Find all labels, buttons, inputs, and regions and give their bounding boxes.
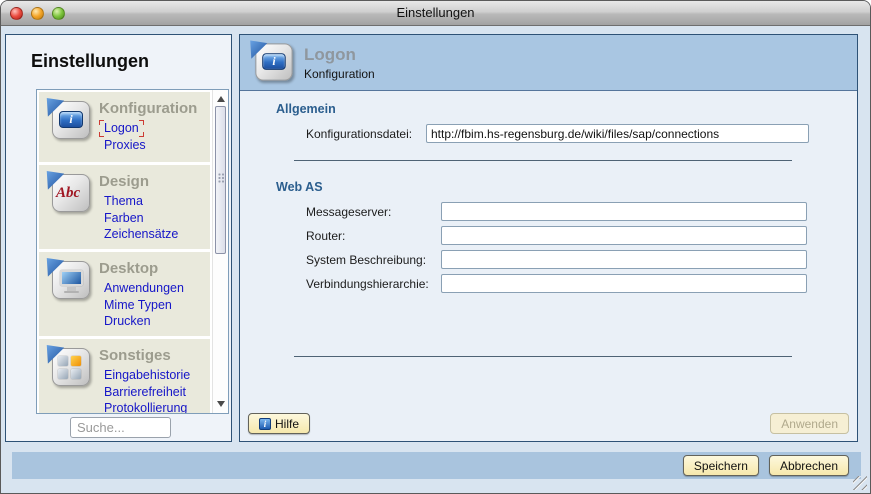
sidebar-item-mime-typen[interactable]: Mime Typen <box>99 297 206 314</box>
sidebar-item-barrierefreiheit[interactable]: Barrierefreiheit <box>99 384 206 401</box>
group-title: Design <box>99 173 206 190</box>
category-sonstiges: Sonstiges Eingabehistorie Barrierefreihe… <box>39 339 210 413</box>
dialog-button-bar: Speichern Abbrechen <box>12 452 861 479</box>
field-label: System Beschreibung: <box>306 253 441 267</box>
design-icon: Abc <box>45 171 93 217</box>
main-header: i Logon Konfiguration <box>240 35 857 91</box>
sidebar-scrollbar[interactable] <box>212 90 228 413</box>
field-label: Konfigurationsdatei: <box>306 127 426 141</box>
verbindungshierarchie-input[interactable] <box>441 274 807 293</box>
section-title-allgemein: Allgemein <box>276 101 857 117</box>
router-input[interactable] <box>441 226 807 245</box>
sidebar-heading: Einstellungen <box>31 51 149 72</box>
messageserver-input[interactable] <box>441 202 807 221</box>
group-title: Sonstiges <box>99 347 206 364</box>
main-footer: i Hilfe Anwenden <box>248 413 849 434</box>
sidebar-item-proxies[interactable]: Proxies <box>99 137 206 154</box>
settings-window: Einstellungen Einstellungen i Konfigurat… <box>0 0 871 494</box>
sidebar-item-drucken[interactable]: Drucken <box>99 313 206 330</box>
separator <box>294 356 792 357</box>
category-cards: i Konfiguration Logon Proxies Abc <box>37 90 212 413</box>
form-row-messageserver: Messageserver: <box>276 202 857 221</box>
sidebar-item-anwendungen[interactable]: Anwendungen <box>99 280 206 297</box>
save-button[interactable]: Speichern <box>683 455 759 476</box>
field-label: Messageserver: <box>306 205 441 219</box>
settings-form: Allgemein Konfigurationsdatei: Web AS Me… <box>240 92 857 441</box>
konfigurationsdatei-input[interactable] <box>426 124 809 143</box>
desktop-icon <box>45 258 93 304</box>
config-icon: i <box>248 40 295 85</box>
sidebar-item-farben[interactable]: Farben <box>99 210 206 227</box>
sidebar-item-eingabehistorie[interactable]: Eingabehistorie <box>99 367 206 384</box>
category-konfiguration: i Konfiguration Logon Proxies <box>39 92 210 162</box>
scroll-up-icon[interactable] <box>213 92 229 106</box>
group-title: Desktop <box>99 260 206 277</box>
field-label: Verbindungshierarchie: <box>306 277 441 291</box>
form-row-system-beschreibung: System Beschreibung: <box>276 250 857 269</box>
category-design: Abc Design Thema Farben Zeichensätze <box>39 165 210 249</box>
search-input[interactable] <box>70 417 171 438</box>
window-title: Einstellungen <box>1 5 870 20</box>
category-list: i Konfiguration Logon Proxies Abc <box>36 89 229 414</box>
page-title: Logon <box>304 45 375 64</box>
form-row-router: Router: <box>276 226 857 245</box>
form-row-konfigurationsdatei: Konfigurationsdatei: <box>276 124 857 143</box>
page-subtitle: Konfiguration <box>304 67 375 81</box>
main-panel: i Logon Konfiguration Allgemein Konfigur… <box>239 34 858 442</box>
help-button[interactable]: i Hilfe <box>248 413 310 434</box>
sidebar-item-logon[interactable]: Logon <box>99 120 206 137</box>
misc-icon <box>45 345 93 391</box>
sidebar-panel: Einstellungen i Konfiguration Logon Prox… <box>5 34 232 442</box>
config-icon: i <box>45 98 93 144</box>
scrollbar-thumb[interactable] <box>215 106 226 254</box>
field-label: Router: <box>306 229 441 243</box>
form-row-verbindungshierarchie: Verbindungshierarchie: <box>276 274 857 293</box>
resize-grip[interactable] <box>853 476 867 490</box>
scroll-down-icon[interactable] <box>213 397 229 411</box>
section-title-web-as: Web AS <box>276 179 857 195</box>
titlebar[interactable]: Einstellungen <box>1 1 870 26</box>
system-beschreibung-input[interactable] <box>441 250 807 269</box>
apply-button[interactable]: Anwenden <box>770 413 849 434</box>
sidebar-item-protokollierung[interactable]: Protokollierung <box>99 400 206 413</box>
sidebar-item-thema[interactable]: Thema <box>99 193 206 210</box>
thumb-grip-icon <box>218 173 225 183</box>
info-icon: i <box>259 418 271 430</box>
category-desktop: Desktop Anwendungen Mime Typen Drucken <box>39 252 210 336</box>
sidebar-item-zeichensaetze[interactable]: Zeichensätze <box>99 226 206 243</box>
cancel-button[interactable]: Abbrechen <box>769 455 849 476</box>
group-title: Konfiguration <box>99 100 206 117</box>
